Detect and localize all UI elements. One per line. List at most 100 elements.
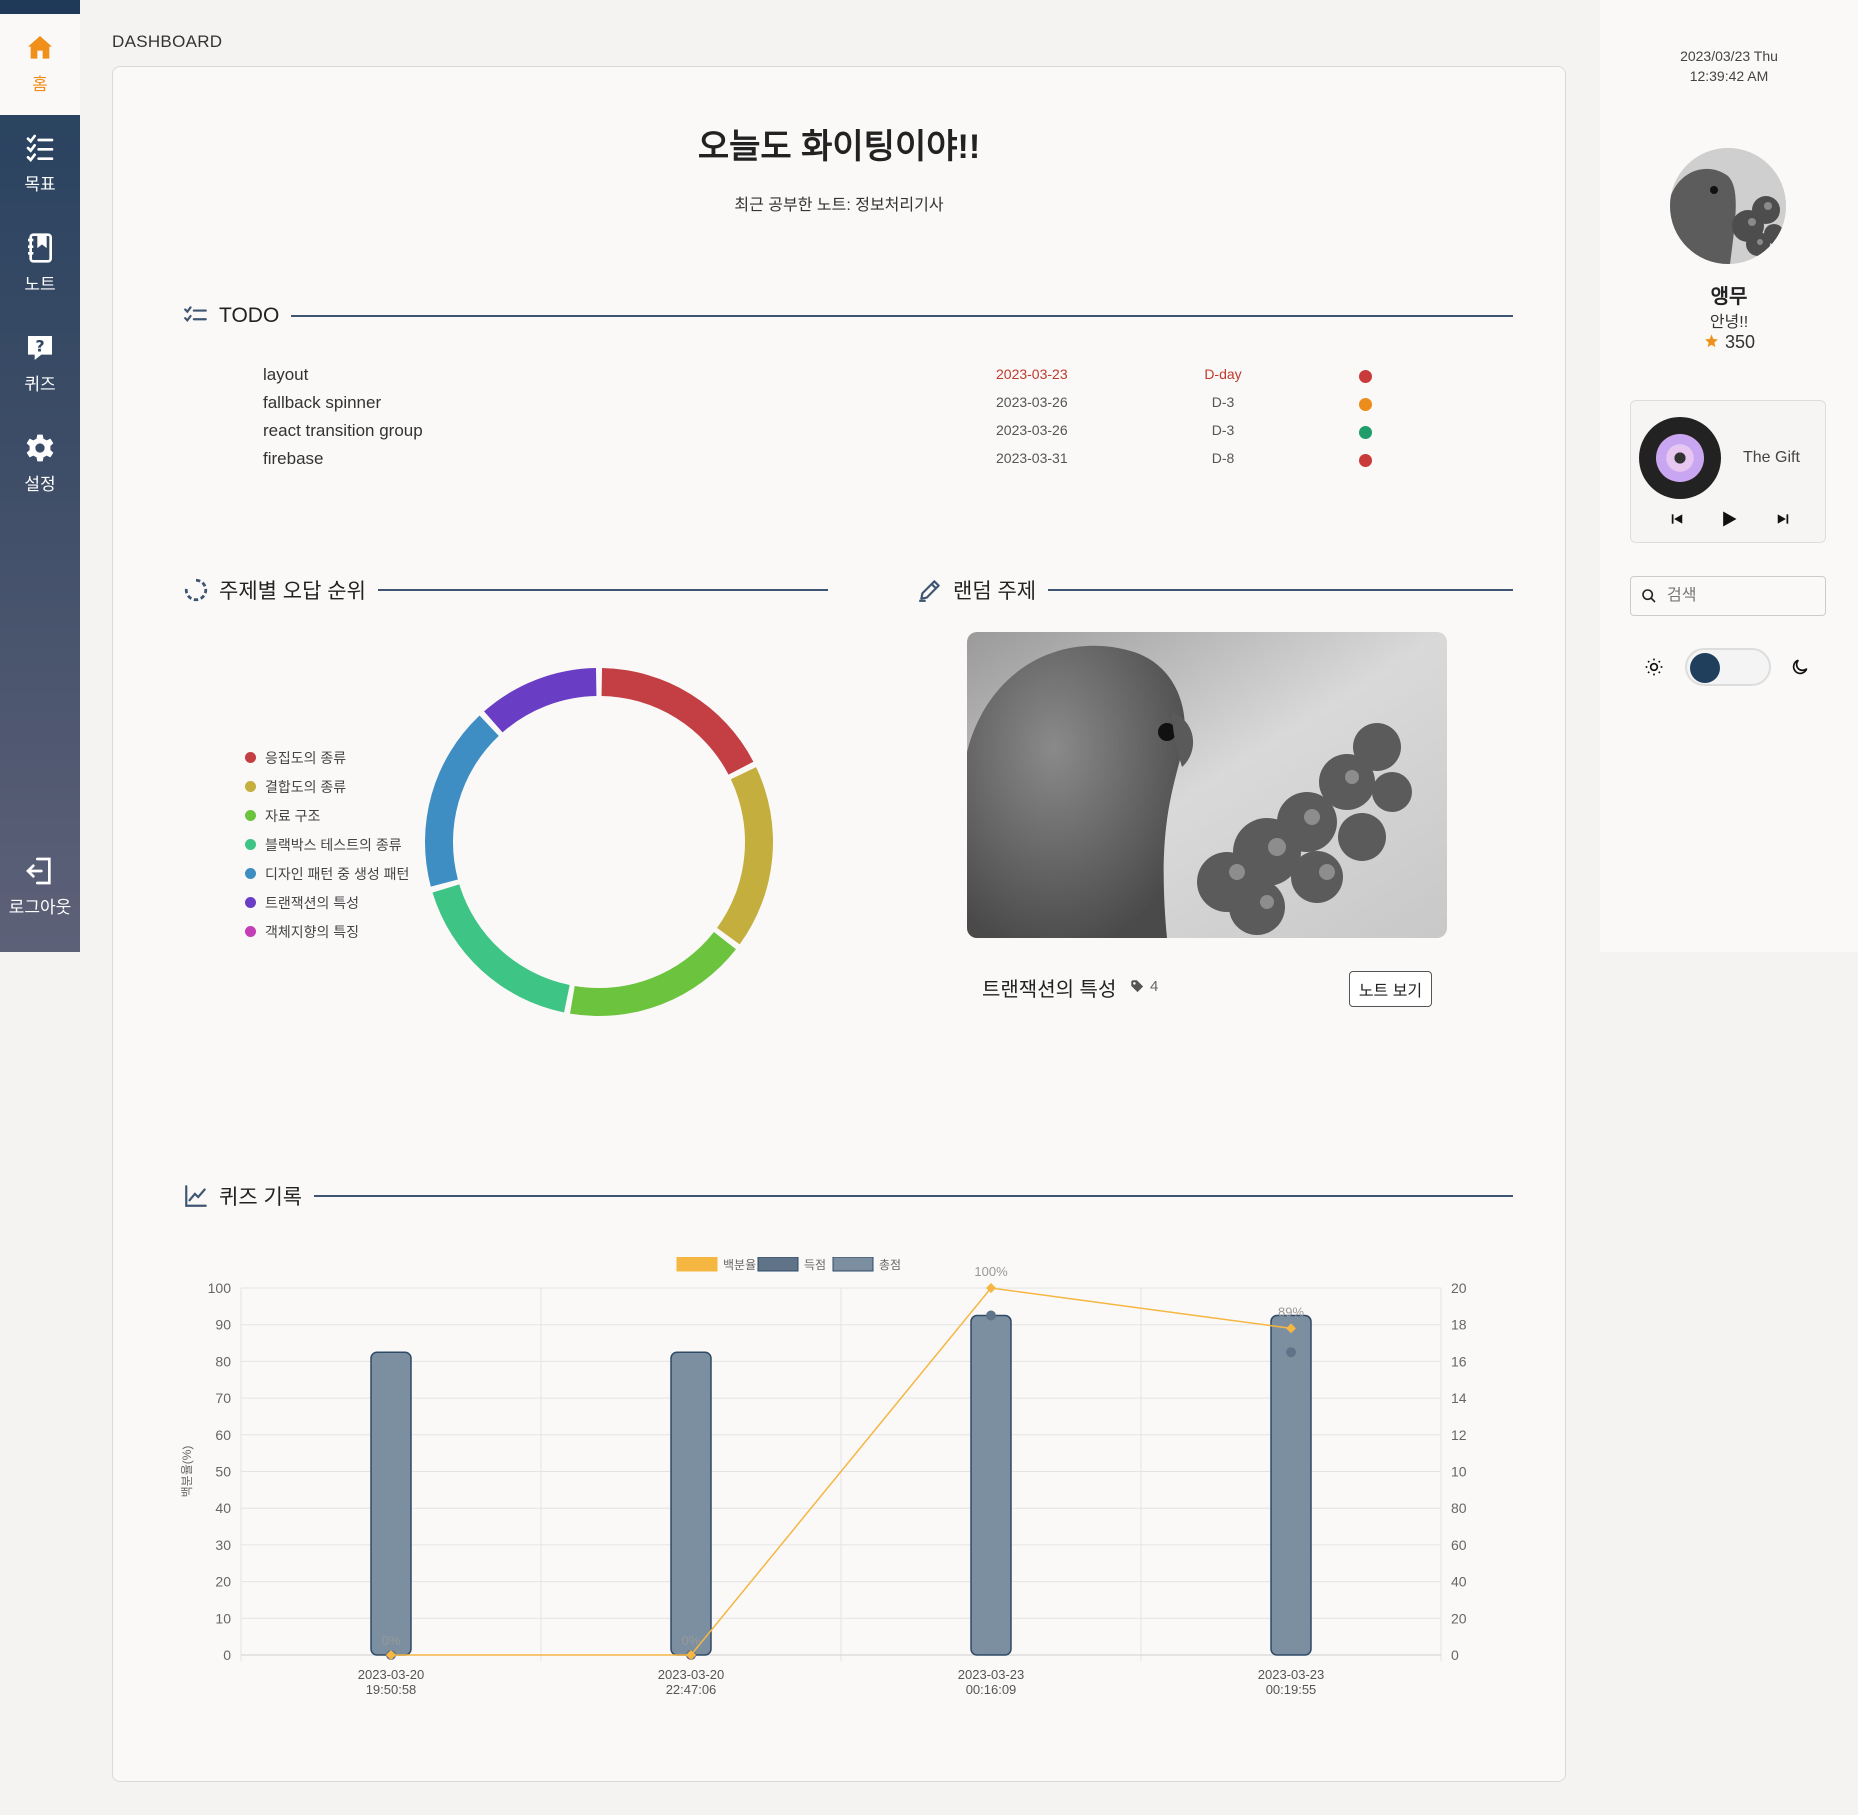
search-input[interactable] [1667, 587, 1817, 605]
user-points-value: 350 [1724, 332, 1756, 352]
home-icon [28, 36, 52, 59]
gear-icon [26, 434, 54, 462]
y2-tick-label: 180 [1451, 1317, 1467, 1333]
wrong-rank-title: 주제별 오답 순위 [219, 580, 366, 603]
y2-tick-label: 120 [1451, 1427, 1467, 1443]
legend-label: 백분율 [723, 1258, 756, 1272]
next-track-button[interactable] [1771, 507, 1795, 531]
x-tick-label: 19:50:58 [366, 1682, 417, 1697]
legend-label: 디자인 패턴 중 생성 패턴 [265, 865, 410, 882]
legend-swatch [245, 839, 256, 850]
quiz-history-section-header: 퀴즈 기록 [183, 1181, 1513, 1211]
sidebar-item-quiz[interactable]: ? 퀴즈 [0, 332, 80, 395]
bar-total [670, 1351, 712, 1656]
todo-title: firebase [263, 449, 324, 468]
sidebar-item-label: 퀴즈 [24, 375, 56, 394]
donut-slice [601, 668, 754, 775]
random-topic-name: 트랜잭션의 특성 [982, 979, 1117, 1001]
legend-swatch [245, 781, 256, 792]
todo-item[interactable]: firebase 2023-03-31 D-8 [263, 445, 1372, 473]
y-tick-label: 0 [223, 1647, 231, 1663]
todo-dday: D-3 [1211, 422, 1235, 438]
quiz-history-title: 퀴즈 기록 [219, 1186, 303, 1209]
y-tick-label: 20 [215, 1574, 231, 1590]
x-tick-label: 2023-03-23 [1258, 1667, 1325, 1682]
todo-date: 2023-03-26 [996, 394, 1068, 410]
clock-time: 12:39:42 AM [1689, 68, 1769, 84]
x-tick-label: 22:47:06 [666, 1682, 717, 1697]
legend-item[interactable]: 디자인 패턴 중 생성 패턴 [245, 859, 409, 888]
y2-tick-label: 200 [1451, 1280, 1467, 1296]
y-tick-label: 10 [215, 1610, 231, 1626]
y-tick-label: 30 [215, 1537, 231, 1553]
quiz-history-chart: 0 10 20 30 40 50 60 70 80 90 100 0 20 40 60 80 100 120 140… [180, 1257, 1467, 1697]
previous-track-button[interactable] [1665, 507, 1689, 531]
donut-chart-icon [184, 578, 208, 602]
sidebar-item-settings[interactable]: 설정 [0, 432, 80, 495]
user-greeting: 안녕!! [1709, 314, 1749, 331]
y-tick-label: 100 [208, 1280, 232, 1296]
todo-item[interactable]: layout 2023-03-23 D-day [263, 361, 1372, 389]
medal-icon [1705, 334, 1718, 348]
x-tick-label: 00:16:09 [966, 1682, 1017, 1697]
todo-title: layout [263, 365, 309, 384]
y2-tick-label: 140 [1451, 1390, 1467, 1406]
user-points: 350 [1600, 332, 1858, 353]
avatar-photo [1670, 148, 1786, 264]
logout-button[interactable]: 로그아웃 [0, 855, 80, 918]
legend-swatch [676, 1257, 718, 1272]
x-tick-label: 00:19:55 [1266, 1682, 1317, 1697]
y2-tick-label: 20 [1451, 1610, 1467, 1626]
avatar[interactable] [1670, 148, 1786, 264]
play-button[interactable] [1717, 507, 1741, 531]
donut-slice [424, 715, 499, 887]
next-icon [1777, 514, 1789, 524]
sidebar-item-note[interactable]: 노트 [0, 232, 80, 295]
todo-dday: D-3 [1211, 394, 1235, 410]
checklist-icon [184, 306, 207, 322]
todo-item[interactable]: fallback spinner 2023-03-26 D-3 [263, 389, 1372, 417]
theme-toggle[interactable] [1685, 648, 1771, 686]
sidebar-item-label: 홈 [32, 75, 48, 94]
sidebar-item-goal[interactable]: 목표 [0, 132, 80, 195]
legend-swatch [832, 1257, 874, 1272]
sidebar-item-home[interactable]: 홈 [0, 32, 80, 95]
previous-icon [1671, 514, 1683, 524]
search-icon [1642, 589, 1656, 603]
bar-total [370, 1351, 412, 1656]
legend-item[interactable]: 트랜잭션의 특성 [245, 888, 409, 917]
todo-priority-dot [1359, 454, 1372, 467]
song-title: The Gift [1743, 449, 1800, 466]
notebook-icon [28, 233, 52, 263]
page-title: DASHBOARD [112, 32, 223, 51]
donut-slice [717, 767, 773, 945]
legend-swatch [245, 810, 256, 821]
y2-tick-label: 80 [1451, 1500, 1467, 1516]
section-divider [377, 589, 828, 591]
random-topic-title: 랜덤 주제 [953, 580, 1037, 603]
legend-label: 응집도의 종류 [265, 749, 347, 766]
legend-item[interactable]: 응집도의 종류 [245, 743, 409, 772]
todo-item[interactable]: react transition group 2023-03-26 D-3 [263, 417, 1372, 445]
sidebar: 홈 목표 노트 ? 퀴즈 설정 로그아웃 [0, 0, 80, 952]
legend-item[interactable]: 블랙박스 테스트의 종류 [245, 830, 409, 859]
wrong-rank-section-header: 주제별 오답 순위 [183, 575, 828, 605]
legend-swatch [757, 1257, 799, 1272]
dashboard-card: 오늘도 화이팅이야!! 최근 공부한 노트: 정보처리기사 TODO layou… [112, 66, 1566, 1782]
legend-item[interactable]: 객체지향의 특징 [245, 917, 409, 946]
bar-total [970, 1314, 1012, 1656]
svg-text:?: ? [35, 336, 44, 355]
y2-tick-label: 100 [1451, 1464, 1467, 1480]
legend-item[interactable]: 결합도의 종류 [245, 772, 409, 801]
todo-title: fallback spinner [263, 393, 382, 412]
todo-priority-dot [1359, 370, 1372, 383]
random-topic-image [967, 632, 1447, 938]
y-tick-label: 40 [215, 1500, 231, 1516]
legend-item[interactable]: 자료 구조 [245, 801, 409, 830]
view-note-button[interactable]: 노트 보기 [1349, 971, 1432, 1007]
play-icon [1723, 511, 1737, 527]
tag-count: 4 [1150, 978, 1159, 995]
todo-section-header: TODO [183, 303, 1513, 329]
y-tick-label: 80 [215, 1353, 231, 1369]
score-point [986, 1310, 996, 1321]
